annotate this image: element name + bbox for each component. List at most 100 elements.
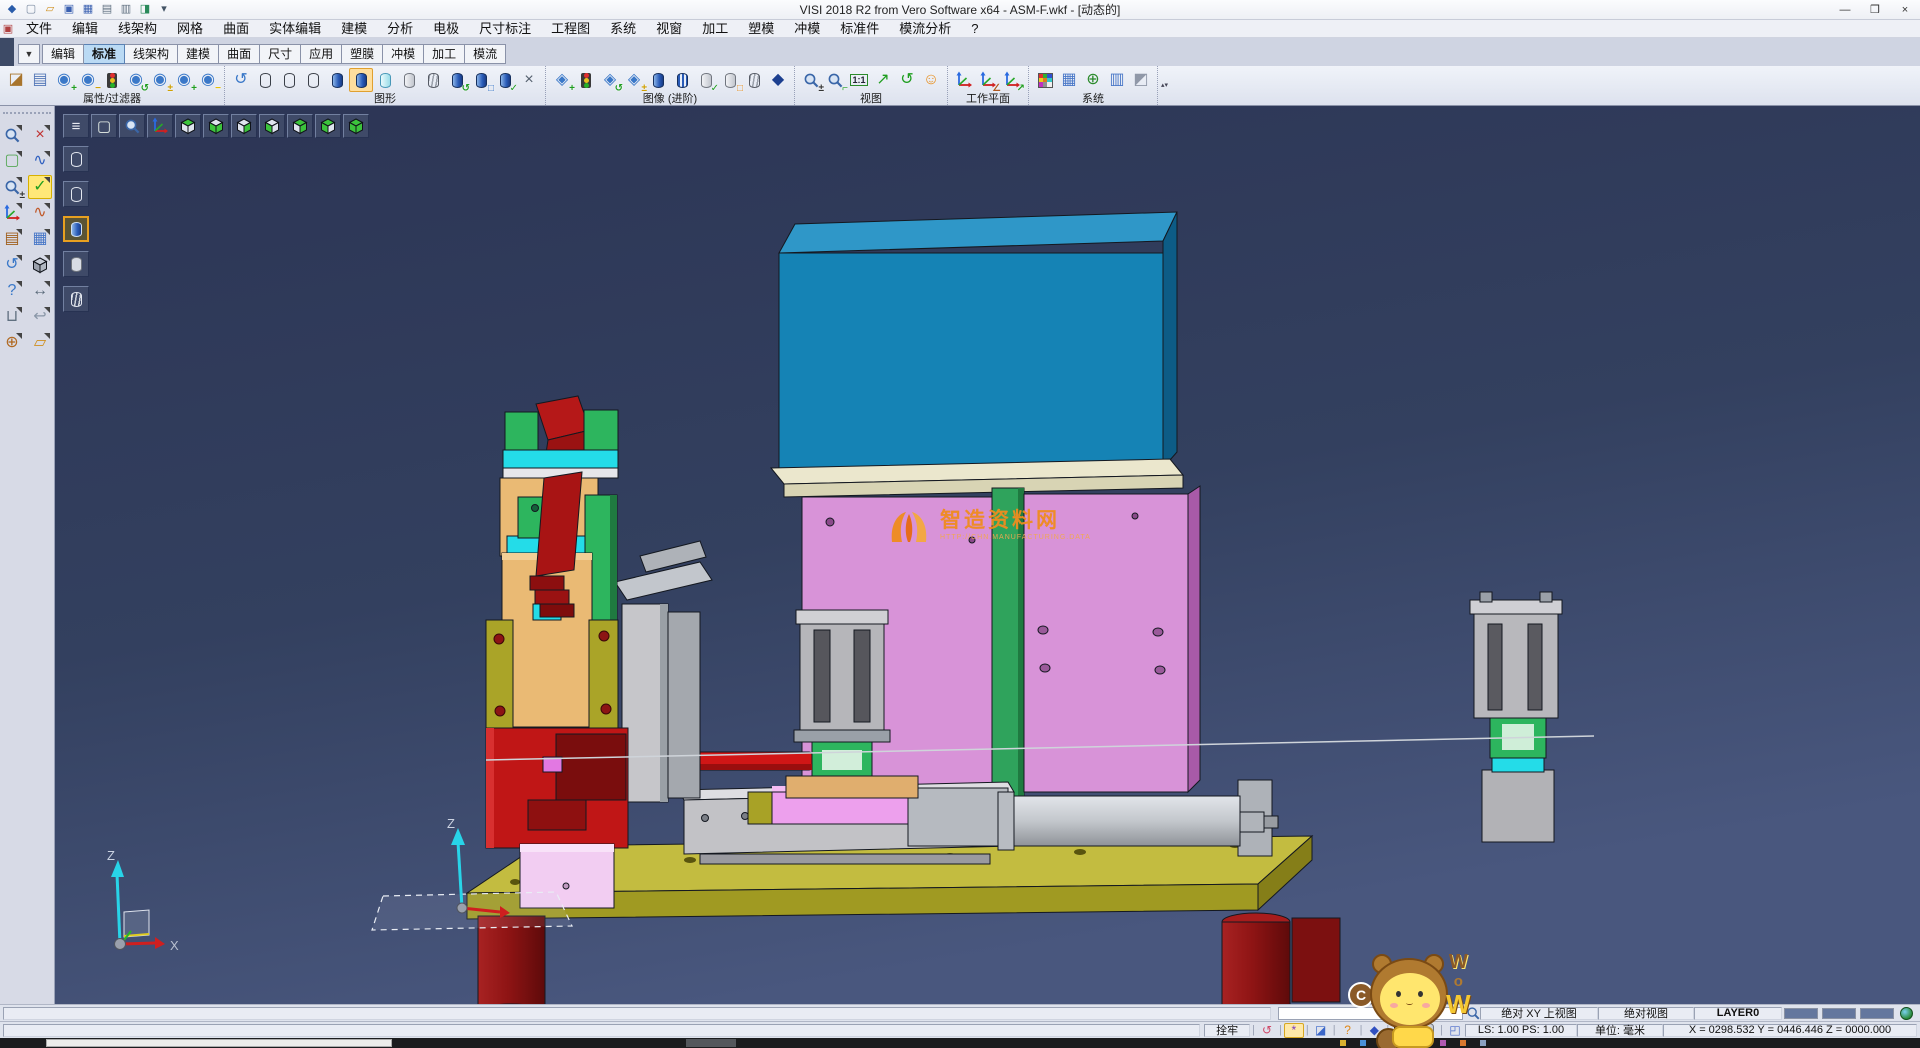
csys-view-button[interactable] [147,114,173,138]
curve-draw-icon[interactable]: ∿ [28,149,52,173]
globe-icon[interactable] [1900,1007,1913,1020]
delete-entity-icon[interactable]: × [28,123,52,147]
workplane-align-icon[interactable]: ↗ [1000,68,1024,92]
cylinder-translucent-icon[interactable] [373,68,397,92]
shade-wireframe-button[interactable] [63,146,89,172]
cylinder-ok-icon[interactable]: ✓ [694,68,718,92]
shade-hatch-button[interactable] [63,286,89,312]
tab-5[interactable]: 尺寸 [260,44,301,64]
cylinder-update-icon[interactable]: ↺ [445,68,469,92]
qat-caret[interactable]: ▾ [156,2,172,17]
navigator-wheel-icon[interactable]: ⊕ [0,331,24,355]
cylinder-wire-a-icon[interactable] [253,68,277,92]
shade-solid-button[interactable] [63,216,89,242]
plane-grip-icon[interactable]: ▢ [0,149,24,173]
attribute-paint-icon[interactable]: ◪ [4,68,28,92]
eye-add-icon[interactable]: ◉+ [52,68,76,92]
cylinder-wire-b-icon[interactable] [277,68,301,92]
menu-item-1[interactable]: 编辑 [62,20,108,38]
menu-item-6[interactable]: 建模 [331,20,377,38]
cylinder-note-icon[interactable]: □ [718,68,742,92]
menu-item-12[interactable]: 视窗 [646,20,692,38]
cube-colors-icon[interactable] [1391,1023,1411,1038]
rotate-view-icon[interactable]: ↺ [895,68,919,92]
view-back-button[interactable] [231,114,257,138]
lock-pane[interactable]: 拴牢 [1204,1024,1250,1037]
eye-remove-icon[interactable]: ◉− [76,68,100,92]
view-mode-pane[interactable]: 绝对 XY 上视图 [1480,1007,1598,1020]
status-search-input[interactable] [1278,1007,1463,1020]
menu-item-15[interactable]: 冲模 [784,20,830,38]
select-options-icon[interactable] [0,123,24,147]
menu-item-8[interactable]: 电极 [423,20,469,38]
zoom-actual-icon[interactable]: 1:1 [847,68,871,92]
view-reference-pane[interactable]: 绝对视图 [1598,1007,1694,1020]
wand-icon[interactable]: * [1284,1023,1304,1038]
cylinder-wire-c-icon[interactable] [301,68,325,92]
toolbar-overflow-button[interactable]: ▴▾ [1158,66,1171,105]
eye-plusminus-icon[interactable]: ◉± [148,68,172,92]
undo-icon[interactable]: ↩ [28,305,52,329]
tab-10[interactable]: 模流 [465,44,506,64]
open-file-icon[interactable]: ▱ [42,2,58,17]
eye-minus-icon[interactable]: ◉− [196,68,220,92]
cylinder-section-icon[interactable] [646,68,670,92]
tab-4[interactable]: 曲面 [219,44,260,64]
zoom-window-button[interactable] [119,114,145,138]
export-icon[interactable]: ◨ [137,2,153,17]
zoom-inout-icon[interactable]: ± [799,68,823,92]
tab-8[interactable]: 冲模 [383,44,424,64]
shade-hidden-button[interactable] [63,181,89,207]
cylinder-flat-icon[interactable] [397,68,421,92]
pan-view-icon[interactable]: ↗ [871,68,895,92]
menu-item-13[interactable]: 加工 [692,20,738,38]
workplane-edit-icon[interactable]: ∠ [976,68,1000,92]
save-all-icon[interactable]: ▦ [80,2,96,17]
tab-1[interactable]: 标准 [84,44,125,64]
menu-item-7[interactable]: 分析 [377,20,423,38]
plot-icon[interactable]: ▥ [118,2,134,17]
menu-item-18[interactable]: ? [961,20,988,38]
calculator-icon[interactable]: ▦ [1057,68,1081,92]
attribute-books-icon[interactable]: ▤ [0,227,24,251]
zoom-options-icon[interactable]: ± [0,175,24,199]
eye-plus-icon[interactable]: ◉+ [172,68,196,92]
save-file-icon[interactable]: ▣ [61,2,77,17]
tab-9[interactable]: 加工 [424,44,465,64]
view-face-icon[interactable]: ☺ [919,68,943,92]
viewbox-icon[interactable]: ◰ [1445,1023,1465,1038]
taskbar-button[interactable] [46,1039,392,1047]
view-left-button[interactable] [315,114,341,138]
cylinder-white-icon[interactable] [1418,1023,1438,1038]
print-icon[interactable]: ▤ [99,2,115,17]
system-tools-icon[interactable]: ⊕ [1081,68,1105,92]
menu-item-11[interactable]: 系统 [600,20,646,38]
view-iso-button[interactable] [343,114,369,138]
tab-7[interactable]: 塑膜 [342,44,383,64]
color-swatch-2[interactable] [1822,1008,1856,1019]
tab-dropdown-button[interactable]: ▼ [18,44,40,64]
repair-icon[interactable]: × [517,68,541,92]
shade-plusminus-icon[interactable]: ◈± [622,68,646,92]
menu-item-17[interactable]: 模流分析 [889,20,961,38]
quick-help-icon[interactable]: ? [0,279,24,303]
menu-item-0[interactable]: 文件 [16,20,62,38]
maximize-button[interactable]: ❒ [1860,0,1890,19]
shade-eye-add-icon[interactable]: ◈+ [550,68,574,92]
cylinder-shaded-edges-icon[interactable] [349,68,373,92]
page-visibility-icon[interactable]: ▤ [28,68,52,92]
zoom-window-icon[interactable]: ⌐ [823,68,847,92]
redline-icon[interactable]: ↺ [1257,1023,1277,1038]
traffic-filter-icon[interactable] [100,68,124,92]
color-table-icon[interactable] [1033,68,1057,92]
tab-0[interactable]: 编辑 [42,44,84,64]
settings-panel-icon[interactable]: ▥ [1105,68,1129,92]
menu-item-2[interactable]: 线架构 [108,20,167,38]
cylinder-ghost-icon[interactable] [742,68,766,92]
cylinder-shaded-icon[interactable] [325,68,349,92]
eye-refresh-icon[interactable]: ◉↺ [124,68,148,92]
ucs-axis-icon[interactable] [0,201,24,225]
cylinder-striped-icon[interactable] [670,68,694,92]
menu-item-4[interactable]: 曲面 [213,20,259,38]
tab-2[interactable]: 线架构 [125,44,178,64]
